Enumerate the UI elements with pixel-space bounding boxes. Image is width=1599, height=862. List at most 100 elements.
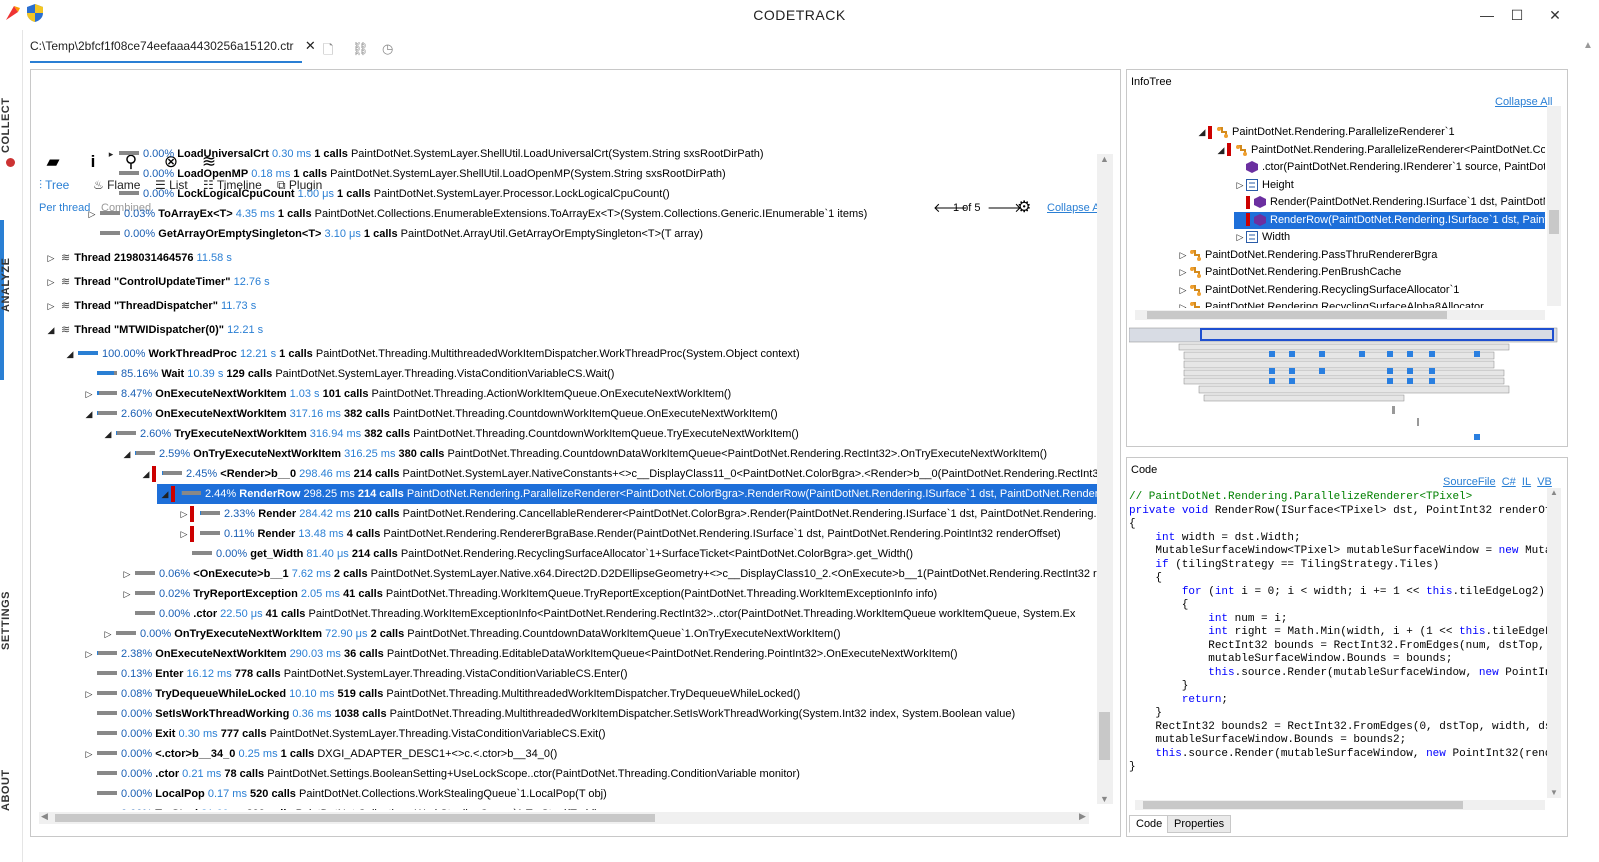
expand-toggle-icon[interactable]: ◢ [83,404,95,424]
hscroll-left-icon[interactable]: ◀ [41,811,48,822]
expand-toggle-icon[interactable]: ▷ [45,296,57,316]
tree-row-selected[interactable]: ◢ 2.44% RenderRow 298.25 ms 214 calls Pai… [157,484,1097,504]
infotree-expand-icon[interactable]: ▷ [1234,177,1246,194]
infotree-vscroll-thumb[interactable] [1549,210,1559,234]
code-vertical-scrollbar[interactable]: ▲ ▼ [1547,488,1561,798]
code-horizontal-scrollbar[interactable] [1135,800,1545,810]
expand-toggle-icon[interactable]: ◢ [102,424,114,444]
infotree-horizontal-scrollbar[interactable] [1135,310,1545,320]
tree-row[interactable]: 0.00% LockLogicalCpuCount 1.00 μs 1 call… [105,184,670,204]
tree-row[interactable]: 0.00% .ctor 22.50 μs 41 calls PaintDotNe… [121,604,1075,624]
expand-toggle-icon[interactable]: ◢ [121,444,133,464]
expand-toggle-icon[interactable]: ▷ [45,272,57,292]
infotree-item[interactable]: ▷ Height [1234,177,1294,194]
expand-toggle-icon[interactable]: ▷ [83,744,95,764]
infotree-hscroll-thumb[interactable] [1147,311,1447,319]
infotree-item[interactable]: ◢ PaintDotNet.Rendering.ParallelizeRender… [1215,142,1545,159]
expand-toggle-icon[interactable]: ◢ [45,320,57,340]
infotree-expand-icon[interactable]: ▷ [1177,247,1189,264]
infotree-minimap[interactable] [1128,326,1559,444]
hscroll-right-icon[interactable]: ▶ [1079,811,1086,822]
tree-row[interactable]: ◢ 2.59% OnTryExecuteNextWorkItem 316.25 m… [121,444,1048,464]
thread-row[interactable]: ◢ ≋ Thread "MTWIDispatcher(0)" 12.21 s [45,320,264,340]
tree-row[interactable]: ▸ 0.00% LoadUniversalCrt 0.30 ms 1 calls … [105,144,764,164]
tree-row[interactable]: 0.00% Exit 0.30 ms 777 calls PaintDotNet… [83,724,606,744]
thread-row[interactable]: ▷ ≋ Thread "ControlUpdateTimer" 12.76 s [45,272,270,292]
tree-row[interactable]: 0.00% TrySteal 21.60 μs 399 calls PaintD… [83,804,598,810]
infotree-expand-icon[interactable]: ▷ [1234,229,1246,246]
infotree-expand-icon[interactable]: ◢ [1196,124,1208,141]
clock-icon[interactable]: ◷ [382,41,393,57]
tree-vertical-scrollbar[interactable]: ▲ ▼ [1097,154,1113,804]
expand-toggle-icon[interactable]: ▷ [178,504,190,524]
tree-row[interactable]: 85.16% Wait 10.39 s 129 calls PaintDotNe… [83,364,614,384]
infotree-item[interactable]: Render(PaintDotNet.Rendering.ISurface`1 … [1234,194,1545,211]
infotree-collapse-all-link[interactable]: Collapse All [1495,96,1552,108]
sidebar-item-analyze[interactable]: ANALYZE [0,235,22,335]
tree-row[interactable]: ▷ 0.02% TryReportException 2.05 ms 41 cal… [121,584,938,604]
tree-row[interactable]: 0.00% get_Width 81.40 μs 214 calls Paint… [178,544,913,564]
scroll-down-icon[interactable]: ▼ [1100,794,1109,804]
csharp-link[interactable]: C# [1502,476,1516,488]
tree-row[interactable]: ◢ 2.60% TryExecuteNextWorkItem 316.94 ms … [102,424,799,444]
expand-toggle-icon[interactable]: ▷ [45,248,57,268]
expand-toggle-icon[interactable]: ▷ [83,644,95,664]
tree-row[interactable]: ▷ 2.33% Render 284.42 ms 210 calls PaintD… [178,504,1097,524]
tree-row[interactable]: ▷ 0.00% <.ctor>b__34_0 0.25 ms 1 calls DX… [83,744,558,764]
expand-toggle-icon[interactable]: ▷ [121,564,133,584]
infotree-item[interactable]: ▷ PaintDotNet.Rendering.PenBrushCache [1177,264,1401,281]
expand-toggle-icon[interactable]: ▷ [178,524,190,544]
infotree-vertical-scrollbar[interactable] [1547,106,1561,306]
code-scroll-down-icon[interactable]: ▼ [1550,788,1558,797]
file-tab-close-icon[interactable]: ✕ [305,38,316,53]
document-icon[interactable]: 🗋 [323,41,333,63]
tree-row[interactable]: ▷ 0.03% ToArrayEx<T> 4.35 ms 1 calls Pain… [86,204,868,224]
tree-row[interactable]: ▷ 8.47% OnExecuteNextWorkItem 1.03 s 101 … [83,384,732,404]
infotree-item[interactable]: ▷ PaintDotNet.Rendering.RecyclingSurfaceA… [1177,282,1459,299]
tree-row[interactable]: 0.00% .ctor 0.21 ms 78 calls PaintDotNet… [83,764,800,784]
tree-row[interactable]: 0.13% Enter 16.12 ms 778 calls PaintDotN… [83,664,628,684]
scroll-up-icon[interactable]: ▲ [1100,154,1109,164]
expand-toggle-icon[interactable]: ▷ [83,684,95,704]
infotree-expand-icon[interactable]: ▷ [1177,264,1189,281]
code-scroll-up-icon[interactable]: ▲ [1550,488,1558,497]
code-hscroll-thumb[interactable] [1143,801,1463,809]
maximize-icon[interactable]: ☐ [1502,4,1532,26]
tree-row[interactable]: ▷ 0.11% Render 13.48 ms 4 calls PaintDotN… [178,524,1061,544]
tree-row[interactable]: ▷ 0.00% OnTryExecuteNextWorkItem 72.90 μs… [102,624,841,644]
tree-hscroll-thumb[interactable] [55,814,655,822]
minimize-icon[interactable]: — [1472,4,1502,26]
tree-row[interactable]: ◢ 2.60% OnExecuteNextWorkItem 317.16 ms 3… [83,404,778,424]
expand-toggle-icon[interactable]: ▷ [121,584,133,604]
il-link[interactable]: IL [1522,476,1531,488]
tree-row[interactable]: 0.00% SetIsWorkThreadWorking 0.36 ms 103… [83,704,1015,724]
tree-row[interactable]: 0.00% LoadOpenMP 0.18 ms 1 calls PaintDo… [105,164,726,184]
resize-grip-icon[interactable]: ▲ [1583,40,1593,51]
infotree-item[interactable]: ▷ PaintDotNet.Rendering.RecyclingSurfaceA… [1177,299,1484,308]
infotree-expand-icon[interactable]: ◢ [1215,142,1227,159]
infotree-item[interactable]: ▷ Width [1234,229,1290,246]
tree-row[interactable]: ▷ 2.38% OnExecuteNextWorkItem 290.03 ms 3… [83,644,958,664]
tree-vscroll-thumb[interactable] [1099,712,1110,760]
sidebar-item-collect[interactable]: COLLECT [0,80,22,170]
expand-toggle-icon[interactable]: ◢ [140,464,152,484]
expand-toggle-icon[interactable]: ◢ [159,484,171,504]
sourcefile-link[interactable]: SourceFile [1443,476,1496,488]
tree-row[interactable]: ◢ 2.45% <Render>b__0 298.46 ms 214 calls … [140,464,1097,484]
close-icon[interactable]: ✕ [1540,4,1570,26]
expand-toggle-icon[interactable]: ▷ [83,384,95,404]
infotree-item[interactable]: ▷ PaintDotNet.Rendering.PassThruRendererB… [1177,247,1437,264]
tree-horizontal-scrollbar[interactable]: ◀ ▶ [39,811,1089,824]
vb-link[interactable]: VB [1537,476,1552,488]
infotree-expand-icon[interactable]: ▷ [1177,282,1189,299]
sidebar-item-about[interactable]: ABOUT [0,750,22,830]
code-view[interactable]: // PaintDotNet.Rendering.ParallelizeRend… [1129,491,1549,797]
infotree-item[interactable]: .ctor(PaintDotNet.Rendering.IRenderer`1 … [1234,159,1545,176]
expand-toggle-icon[interactable]: ▸ [105,144,117,164]
tree-row[interactable]: 0.00% LocalPop 0.17 ms 520 calls PaintDo… [83,784,607,804]
file-tab[interactable]: C:\Temp\2bfcf1f08ce74eefaaa4430256a15120… [30,38,316,62]
thread-row[interactable]: ▷ ≋ Thread 2198031464576 11.58 s [45,248,232,268]
tree-row[interactable]: ▷ 0.08% TryDequeueWhileLocked 10.10 ms 51… [83,684,801,704]
expand-toggle-icon[interactable]: ◢ [64,344,76,364]
tree-row[interactable]: ▷ 0.06% <OnExecute>b__1 7.62 ms 2 calls P… [121,564,1097,584]
